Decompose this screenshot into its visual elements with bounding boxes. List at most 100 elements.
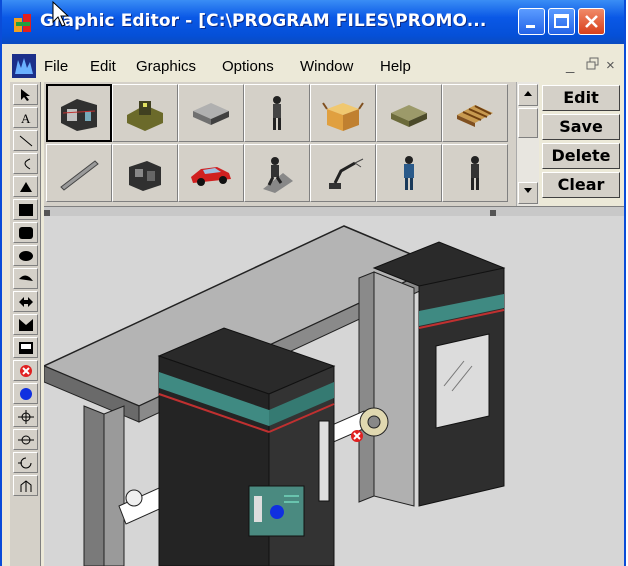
- palette-engine-block[interactable]: [112, 144, 178, 202]
- rounded-rect-icon: [18, 226, 33, 239]
- close-button[interactable]: [578, 8, 605, 35]
- double-arrow-tool[interactable]: [13, 291, 38, 312]
- machine-illustration: [44, 225, 506, 566]
- connector-tool[interactable]: [13, 406, 38, 427]
- document-icon: [12, 54, 36, 78]
- graphics-palette: [44, 82, 516, 206]
- palette-flat-slab[interactable]: [178, 84, 244, 142]
- junction-tool[interactable]: [13, 429, 38, 450]
- palette-cnc-machine[interactable]: [46, 84, 112, 142]
- double-arrow-icon: [18, 296, 33, 307]
- blue-dot-icon: [19, 387, 32, 400]
- palette-red-car[interactable]: [178, 144, 244, 202]
- arrow-down-icon: [524, 188, 532, 193]
- worker-figure-icon: [273, 96, 281, 130]
- engine-block-icon: [129, 161, 161, 191]
- pallet-box-icon: [391, 105, 427, 127]
- window-title: Graphic Editor - [C:\PROGRAM FILES\PROMO…: [40, 11, 487, 31]
- menu-file[interactable]: File: [44, 58, 68, 75]
- app-icon: [14, 14, 31, 32]
- menu-window[interactable]: Window: [300, 58, 353, 75]
- close-icon: [585, 15, 598, 28]
- menu-bar: File Edit Graphics Options Window Help _…: [2, 54, 624, 80]
- open-box-icon: [322, 102, 364, 131]
- worker-on-slope-icon: [263, 157, 293, 193]
- palette-standing-worker[interactable]: [442, 144, 508, 202]
- chevron-shape-icon: [18, 318, 33, 331]
- outline-rect-icon: [18, 341, 33, 354]
- delete-button[interactable]: Delete: [542, 143, 620, 169]
- line-icon: [19, 135, 32, 146]
- scroll-thumb[interactable]: [518, 108, 538, 138]
- standing-worker-icon: [471, 156, 479, 190]
- arc-icon: [24, 158, 30, 169]
- palette-open-box[interactable]: [310, 84, 376, 142]
- palette-robot-arm[interactable]: [310, 144, 376, 202]
- palette-scrollbar[interactable]: [516, 82, 539, 206]
- scroll-up-button[interactable]: [518, 84, 538, 106]
- palette-rod-bar[interactable]: [46, 144, 112, 202]
- mdi-restore-button[interactable]: [586, 57, 600, 75]
- mdi-close-button[interactable]: ×: [606, 57, 615, 74]
- palette-lathe-machine[interactable]: [112, 84, 178, 142]
- menu-graphics[interactable]: Graphics: [136, 58, 196, 75]
- outline-rect-tool[interactable]: [13, 337, 38, 358]
- drawing-canvas[interactable]: [44, 216, 624, 566]
- scroll-down-button[interactable]: [518, 182, 538, 204]
- triangle-tool[interactable]: [13, 176, 38, 197]
- robot-arm-icon: [329, 158, 364, 189]
- title-bar[interactable]: Graphic Editor - [C:\PROGRAM FILES\PROMO…: [2, 0, 624, 44]
- palette-blue-worker[interactable]: [376, 144, 442, 202]
- wood-pallet-icon: [457, 105, 493, 127]
- text-icon: A: [21, 111, 31, 125]
- half-ellipse-icon: [18, 274, 33, 281]
- minimize-button[interactable]: [518, 8, 545, 35]
- blue-dot-tool[interactable]: [13, 383, 38, 404]
- minimize-icon: [526, 25, 535, 28]
- arc-tool[interactable]: [13, 153, 38, 174]
- clear-button[interactable]: Clear: [542, 172, 620, 198]
- rotate-icon: [17, 457, 31, 468]
- line-tool[interactable]: [13, 130, 38, 151]
- flow-icon: [20, 479, 31, 492]
- flow-tool[interactable]: [13, 475, 38, 496]
- palette-pallet-box[interactable]: [376, 84, 442, 142]
- palette-wood-pallet[interactable]: [442, 84, 508, 142]
- maximize-icon: [554, 14, 569, 28]
- text-tool[interactable]: A: [13, 107, 38, 128]
- menu-options[interactable]: Options: [222, 58, 274, 75]
- ellipse-icon: [18, 250, 33, 261]
- maximize-button[interactable]: [548, 8, 575, 35]
- menu-help[interactable]: Help: [380, 58, 411, 75]
- edit-button[interactable]: Edit: [542, 85, 620, 111]
- flat-slab-icon: [193, 103, 229, 125]
- svg-text:A: A: [21, 111, 31, 125]
- palette-worker-figure[interactable]: [244, 84, 310, 142]
- connector-icon: [17, 409, 34, 424]
- graphic-editor-window: Graphic Editor - [C:\PROGRAM FILES\PROMO…: [0, 0, 626, 566]
- pointer-icon: [20, 88, 30, 101]
- save-button[interactable]: Save: [542, 114, 620, 140]
- filled-rect-tool[interactable]: [13, 199, 38, 220]
- filled-rect-icon: [18, 203, 33, 216]
- blue-worker-icon: [404, 156, 414, 190]
- rotate-tool[interactable]: [13, 452, 38, 473]
- rounded-rect-tool[interactable]: [13, 222, 38, 243]
- ellipse-tool[interactable]: [13, 245, 38, 266]
- menu-edit[interactable]: Edit: [90, 58, 116, 75]
- palette-worker-on-slope[interactable]: [244, 144, 310, 202]
- junction-icon: [17, 435, 34, 444]
- red-x-icon: [19, 364, 32, 377]
- delete-marker-tool[interactable]: [13, 360, 38, 381]
- arrow-up-icon: [524, 91, 532, 96]
- chevron-shape-tool[interactable]: [13, 314, 38, 335]
- mdi-minimize-button[interactable]: _: [566, 57, 574, 74]
- half-ellipse-tool[interactable]: [13, 268, 38, 289]
- mouse-cursor-icon: [52, 0, 70, 27]
- restore-icon: [586, 57, 599, 70]
- lathe-machine-icon: [127, 101, 163, 131]
- drawing-tools: A: [10, 82, 41, 566]
- triangle-icon: [19, 181, 32, 192]
- pointer-tool[interactable]: [13, 84, 38, 105]
- rod-bar-icon: [60, 160, 99, 191]
